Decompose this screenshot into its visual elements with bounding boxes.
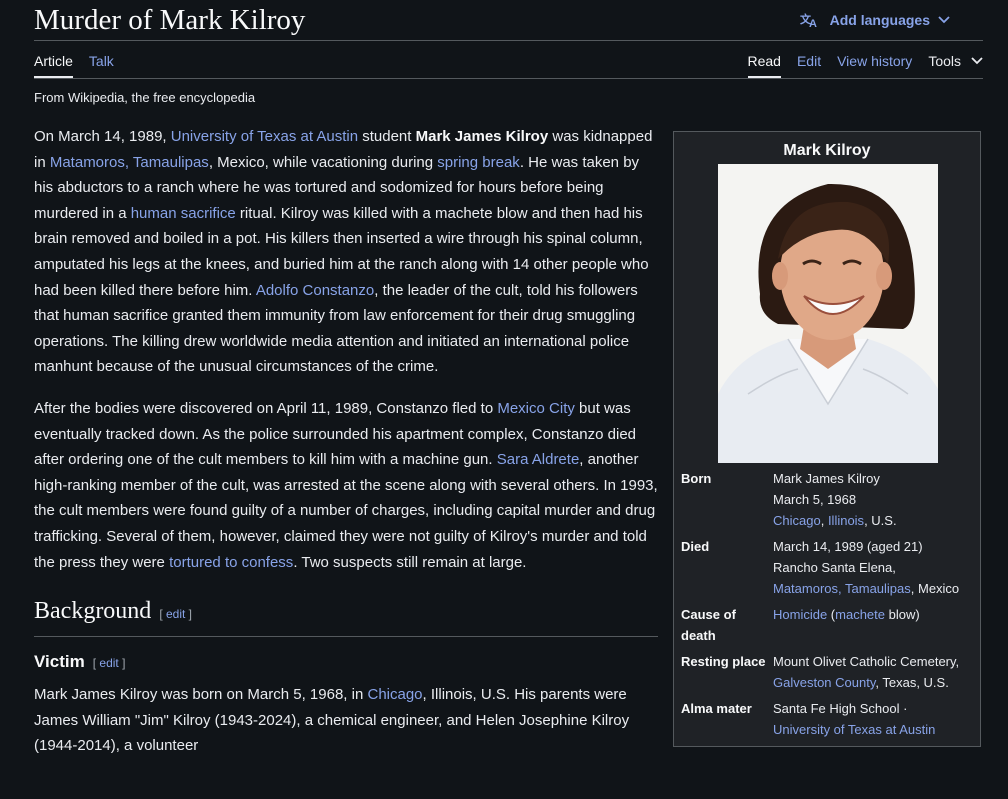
label: Born xyxy=(681,471,712,486)
title-divider xyxy=(34,40,983,41)
label: Alma mater xyxy=(681,701,752,716)
svg-text:A: A xyxy=(809,18,817,28)
tools-menu[interactable]: Tools xyxy=(928,53,983,69)
edit-background-link[interactable]: edit xyxy=(166,607,185,621)
alma-high-school: Santa Fe High School · xyxy=(773,701,908,716)
link-galveston-county[interactable]: Galveston County xyxy=(773,675,875,690)
link-university-of-texas[interactable]: University of Texas at Austin xyxy=(773,722,935,737)
label: Died xyxy=(681,539,710,554)
view-tabs: Read Edit View history Tools xyxy=(732,53,984,78)
value: March 14, 1989 (aged 21) Rancho Santa El… xyxy=(771,536,977,604)
text: , xyxy=(820,513,828,528)
value: Mark James Kilroy March 5, 1968 Chicago,… xyxy=(771,468,977,536)
died-date: March 14, 1989 (aged 21) xyxy=(773,539,923,554)
tab-read[interactable]: Read xyxy=(747,53,781,78)
text: , Texas, U.S. xyxy=(875,675,949,690)
site-tagline: From Wikipedia, the free encyclopedia xyxy=(34,90,256,105)
link-sara-aldrete[interactable]: Sara Aldrete xyxy=(497,451,580,468)
tabs-divider xyxy=(34,78,983,79)
link-illinois[interactable]: Illinois xyxy=(828,513,864,528)
label: Resting place xyxy=(681,654,766,669)
section-heading-background: Background [ edit ] xyxy=(34,598,658,637)
intro-paragraph-1: On March 14, 1989, University of Texas a… xyxy=(34,124,658,380)
article-body: On March 14, 1989, University of Texas a… xyxy=(34,124,658,775)
text: student xyxy=(358,128,416,145)
text: , Mexico, while vacationing during xyxy=(208,153,438,171)
infobox: Mark Kilroy Born Mark James Kilroy March… xyxy=(673,131,981,747)
link-human-sacrifice[interactable]: human sacrifice xyxy=(131,205,236,222)
chevron-down-icon xyxy=(938,16,950,24)
link-machete[interactable]: machete xyxy=(835,607,885,622)
heading-text: Victim xyxy=(34,651,85,671)
victim-paragraph: Mark James Kilroy was born on March 5, 1… xyxy=(34,682,658,759)
link-chicago[interactable]: Chicago xyxy=(367,686,422,703)
text: , U.S. xyxy=(864,513,897,528)
text: Mark James Kilroy was born on March 5, 1… xyxy=(34,686,368,704)
infobox-row-born: Born Mark James Kilroy March 5, 1968 Chi… xyxy=(681,468,977,536)
intro-paragraph-2: After the bodies were discovered on Apri… xyxy=(34,396,658,575)
edit-victim-link[interactable]: edit xyxy=(99,656,118,670)
resting-location: Galveston County, Texas, U.S. xyxy=(773,672,977,693)
link-matamoros[interactable]: Matamoros, Tamaulipas xyxy=(50,154,209,171)
infobox-row-died: Died March 14, 1989 (aged 21) Rancho San… xyxy=(681,536,977,604)
page-title: Murder of Mark Kilroy xyxy=(34,4,306,36)
text: ( xyxy=(827,607,836,622)
namespace-tabs: Article Talk xyxy=(34,53,130,78)
subject-name: Mark James Kilroy xyxy=(415,128,549,145)
text: , Mexico xyxy=(910,581,960,596)
bracket: ] xyxy=(185,607,193,622)
died-place-2: Matamoros, Tamaulipas, Mexico xyxy=(773,578,977,599)
bracket: [ xyxy=(159,607,166,622)
link-adolfo-constanzo[interactable]: Adolfo Constanzo xyxy=(256,282,374,299)
link-chicago[interactable]: Chicago xyxy=(773,513,821,528)
died-place: Rancho Santa Elena, xyxy=(773,560,896,575)
add-languages-label: Add languages xyxy=(829,12,930,28)
infobox-table: Born Mark James Kilroy March 5, 1968 Chi… xyxy=(681,468,977,745)
value: Mount Olivet Catholic Cemetery, Galvesto… xyxy=(771,651,977,698)
section-edit: [ edit ] xyxy=(159,607,192,621)
text: . Two suspects still remain at large. xyxy=(293,553,527,571)
tab-article[interactable]: Article xyxy=(34,53,73,78)
infobox-row-cause: Cause of death Homicide (machete blow) xyxy=(681,604,977,651)
born-place: Chicago, Illinois, U.S. xyxy=(773,510,977,531)
infobox-row-resting: Resting place Mount Olivet Catholic Ceme… xyxy=(681,651,977,698)
link-tortured-to-confess[interactable]: tortured to confess xyxy=(169,554,293,571)
section-edit: [ edit ] xyxy=(93,656,126,670)
resting-cemetery: Mount Olivet Catholic Cemetery, xyxy=(773,654,960,669)
text: blow) xyxy=(885,607,920,622)
value: Homicide (machete blow) xyxy=(771,604,977,651)
text: On March 14, 1989, xyxy=(34,128,171,145)
infobox-title: Mark Kilroy xyxy=(783,142,871,159)
born-date: March 5, 1968 xyxy=(773,492,857,507)
section-heading-victim: Victim [ edit ] xyxy=(34,649,658,677)
infobox-row-alma-mater: Alma mater Santa Fe High School · Univer… xyxy=(681,698,977,745)
label: Cause of death xyxy=(681,607,736,643)
born-name: Mark James Kilroy xyxy=(773,471,880,486)
link-mexico-city[interactable]: Mexico City xyxy=(497,400,575,417)
tab-edit[interactable]: Edit xyxy=(797,53,821,76)
alma-university: University of Texas at Austin xyxy=(773,719,977,740)
value: Santa Fe High School · University of Tex… xyxy=(771,698,977,745)
text: After the bodies were discovered on Apri… xyxy=(34,399,498,417)
portrait-photo[interactable] xyxy=(718,164,938,463)
link-university-of-texas[interactable]: University of Texas at Austin xyxy=(171,128,358,145)
bracket: ] xyxy=(118,655,126,670)
heading-text: Background xyxy=(34,598,152,625)
link-matamoros[interactable]: Matamoros, Tamaulipas xyxy=(773,581,911,596)
language-icon: 文 A xyxy=(800,12,817,28)
chevron-down-icon xyxy=(971,57,983,65)
add-languages-button[interactable]: 文 A Add languages xyxy=(800,12,960,28)
tab-view-history[interactable]: View history xyxy=(837,53,912,76)
tools-label: Tools xyxy=(928,53,961,69)
tab-talk[interactable]: Talk xyxy=(89,53,114,78)
link-homicide[interactable]: Homicide xyxy=(773,607,827,622)
link-spring-break[interactable]: spring break xyxy=(437,154,520,171)
